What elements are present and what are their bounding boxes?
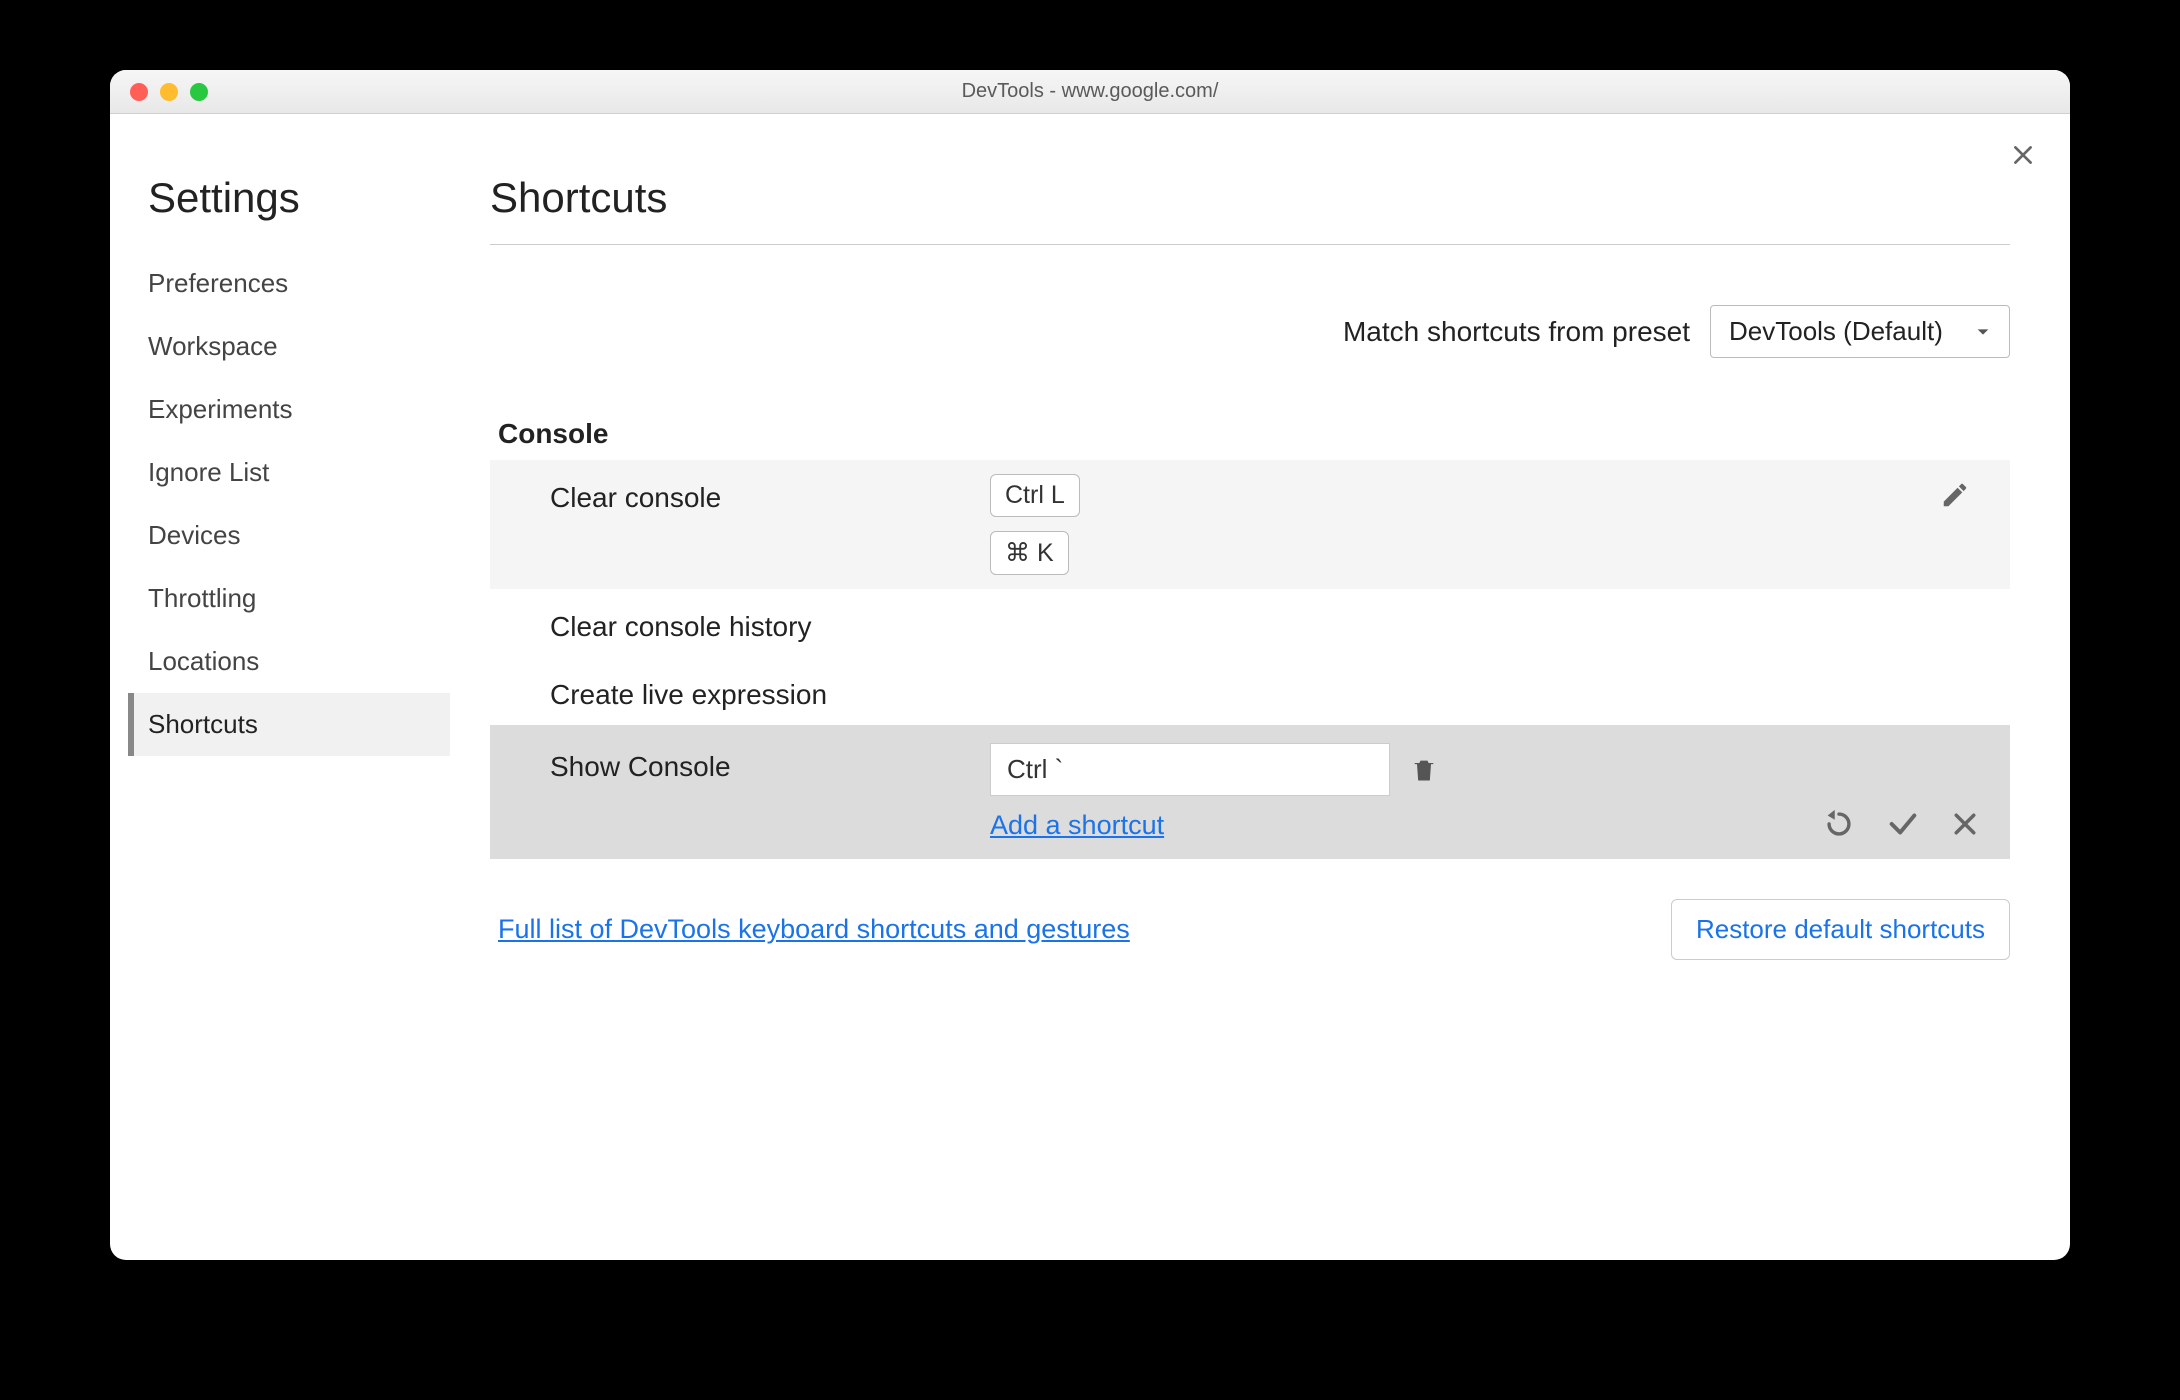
sidebar-item-label: Ignore List (148, 457, 269, 487)
settings-sidebar: Settings Preferences Workspace Experimen… (110, 114, 450, 1260)
cancel-icon[interactable] (1950, 809, 1980, 839)
restore-defaults-button[interactable]: Restore default shortcuts (1671, 899, 2010, 960)
shortcut-input-row (990, 743, 1438, 796)
page-title: Shortcuts (490, 174, 2010, 222)
shortcut-row-clear-console: Clear console Ctrl L ⌘ K (490, 460, 2010, 589)
sidebar-item-label: Devices (148, 520, 240, 550)
window-title: DevTools - www.google.com/ (110, 80, 2070, 103)
shortcut-label: Clear console (550, 474, 990, 514)
undo-icon[interactable] (1822, 807, 1856, 841)
sidebar-item-preferences[interactable]: Preferences (128, 252, 450, 315)
devtools-window: DevTools - www.google.com/ Settings Pref… (110, 70, 2070, 1260)
shortcut-row-create-live-expression: Create live expression (490, 657, 2010, 725)
footer-row: Full list of DevTools keyboard shortcuts… (490, 899, 2010, 960)
shortcut-input[interactable] (990, 743, 1390, 796)
close-settings-button[interactable] (2010, 142, 2036, 168)
sidebar-item-label: Preferences (148, 268, 288, 298)
shortcut-label: Clear console history (550, 603, 990, 643)
delete-shortcut-button[interactable] (1410, 756, 1438, 784)
shortcut-label: Show Console (550, 743, 990, 783)
shortcut-row-clear-history: Clear console history (490, 589, 2010, 657)
sidebar-item-devices[interactable]: Devices (128, 504, 450, 567)
sidebar-item-label: Workspace (148, 331, 278, 361)
keycap: Ctrl L (990, 474, 1080, 517)
shortcut-label: Create live expression (550, 671, 990, 711)
keycap: ⌘ K (990, 531, 1069, 575)
minimize-window-button[interactable] (160, 83, 178, 101)
sidebar-item-shortcuts[interactable]: Shortcuts (128, 693, 450, 756)
sidebar-item-ignore-list[interactable]: Ignore List (128, 441, 450, 504)
full-list-link[interactable]: Full list of DevTools keyboard shortcuts… (498, 914, 1130, 945)
sidebar-title: Settings (138, 174, 450, 222)
close-window-button[interactable] (130, 83, 148, 101)
section-console-header: Console (490, 418, 2010, 450)
shortcut-keys: Ctrl L ⌘ K (990, 474, 1080, 575)
maximize-window-button[interactable] (190, 83, 208, 101)
traffic-lights (110, 83, 208, 101)
preset-value: DevTools (Default) (1729, 316, 1943, 347)
titlebar: DevTools - www.google.com/ (110, 70, 2070, 114)
add-shortcut-link[interactable]: Add a shortcut (990, 810, 1438, 841)
sidebar-item-throttling[interactable]: Throttling (128, 567, 450, 630)
content-area: Settings Preferences Workspace Experimen… (110, 114, 2070, 1260)
sidebar-item-label: Experiments (148, 394, 293, 424)
preset-row: Match shortcuts from preset DevTools (De… (490, 305, 2010, 358)
sidebar-item-label: Locations (148, 646, 259, 676)
preset-select[interactable]: DevTools (Default) (1710, 305, 2010, 358)
edit-shortcut-button[interactable] (1940, 480, 1970, 510)
chevron-down-icon (1975, 324, 1991, 340)
sidebar-item-workspace[interactable]: Workspace (128, 315, 450, 378)
shortcut-edit-area: Add a shortcut (990, 743, 1438, 841)
sidebar-item-locations[interactable]: Locations (128, 630, 450, 693)
sidebar-item-label: Throttling (148, 583, 256, 613)
divider (490, 244, 2010, 245)
edit-actions (1822, 807, 1980, 841)
shortcut-row-show-console: Show Console Add a shortcut (490, 725, 2010, 859)
main-panel: Shortcuts Match shortcuts from preset De… (450, 114, 2070, 1260)
preset-label: Match shortcuts from preset (1343, 316, 1690, 348)
sidebar-item-experiments[interactable]: Experiments (128, 378, 450, 441)
confirm-icon[interactable] (1886, 807, 1920, 841)
sidebar-item-label: Shortcuts (148, 709, 258, 739)
